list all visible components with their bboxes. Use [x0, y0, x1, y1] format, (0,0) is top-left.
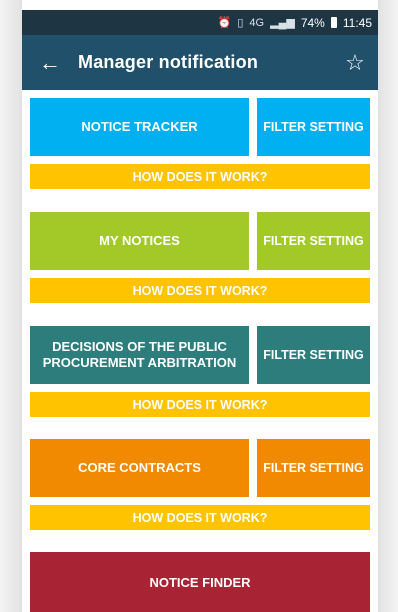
core-contracts-help-button[interactable]: HOW DOES IT WORK?: [30, 505, 370, 530]
device-frame-right: [378, 0, 398, 612]
star-icon[interactable]: ☆: [332, 50, 378, 76]
alarm-icon: ⏰: [217, 17, 232, 29]
core-contracts-filter-button[interactable]: FILTER SETTING: [257, 439, 370, 497]
signal-icon: ▂▄▆: [270, 17, 295, 29]
notice-tracker-filter-button[interactable]: FILTER SETTING: [257, 98, 370, 156]
decisions-help-button[interactable]: HOW DOES IT WORK?: [30, 392, 370, 417]
notice-tracker-button[interactable]: NOTICE TRACKER: [30, 98, 249, 156]
notice-finder-button[interactable]: NOTICE FINDER: [30, 552, 370, 612]
clock: 11:45: [342, 15, 372, 30]
my-notices-filter-button[interactable]: FILTER SETTING: [257, 212, 370, 270]
decisions-button[interactable]: DECISIONS OF THE PUBLIC PROCUREMENT ARBI…: [30, 326, 249, 384]
battery-percent: 74%: [300, 15, 325, 30]
page-title: Manager notification: [78, 52, 259, 72]
notification-menu: NOTICE TRACKER FILTER SETTING HOW DOES I…: [22, 90, 378, 612]
section-core-contracts: CORE CONTRACTS FILTER SETTING HOW DOES I…: [30, 439, 370, 530]
app-bar: ← Manager notification ☆: [22, 35, 378, 90]
status-bar: ⏰ ▯ 4G ▂▄▆ 74% 11:45: [22, 10, 378, 35]
battery-icon: [330, 17, 337, 28]
section-notice-tracker: NOTICE TRACKER FILTER SETTING HOW DOES I…: [30, 98, 370, 189]
network-4g-icon: 4G: [249, 16, 265, 29]
my-notices-button[interactable]: MY NOTICES: [30, 212, 249, 270]
section-my-notices: MY NOTICES FILTER SETTING HOW DOES IT WO…: [30, 212, 370, 303]
section-decisions: DECISIONS OF THE PUBLIC PROCUREMENT ARBI…: [30, 326, 370, 417]
device-frame-left: [0, 0, 22, 612]
decisions-filter-button[interactable]: FILTER SETTING: [257, 326, 370, 384]
notice-tracker-help-button[interactable]: HOW DOES IT WORK?: [30, 164, 370, 189]
vibrate-icon: ▯: [237, 17, 244, 29]
core-contracts-button[interactable]: CORE CONTRACTS: [30, 439, 249, 497]
my-notices-help-button[interactable]: HOW DOES IT WORK?: [30, 278, 370, 303]
back-arrow-icon[interactable]: ←: [22, 50, 78, 76]
